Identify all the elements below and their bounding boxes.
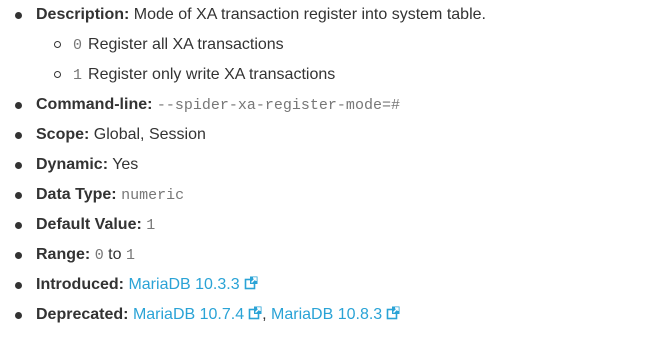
bullet: [15, 132, 22, 139]
command-line-label: Command-line:: [36, 96, 153, 113]
data-type-code: numeric: [121, 187, 185, 204]
deprecated-version-link-1[interactable]: MariaDB 10.7.4: [133, 306, 244, 323]
dynamic-item: Dynamic: Yes: [0, 150, 486, 180]
dynamic-value: Yes: [112, 156, 139, 173]
description-label: Description:: [36, 6, 130, 23]
bullet: [15, 282, 22, 289]
bullet: [15, 222, 22, 229]
introduced-version-link[interactable]: MariaDB 10.3.3: [128, 276, 239, 293]
command-line-item: Command-line: --spider-xa-register-mode=…: [0, 90, 486, 120]
list-item: 0 Register all XA transactions: [0, 30, 486, 60]
bullet: [15, 192, 22, 199]
range-item: Range: 0 to 1: [0, 240, 486, 270]
description-text: Mode of XA transaction register into sys…: [133, 6, 486, 23]
mode-description: Register all XA transactions: [88, 36, 284, 53]
bullet: [15, 102, 22, 109]
command-line-code: --spider-xa-register-mode=#: [156, 97, 400, 114]
deprecated-version-link-2[interactable]: MariaDB 10.8.3: [271, 306, 382, 323]
mode-description: Register only write XA transactions: [88, 66, 336, 83]
bullet: [15, 12, 22, 19]
mode-value-code: 0: [73, 37, 83, 54]
bullet: [15, 252, 22, 259]
default-value-code: 1: [146, 217, 156, 234]
scope-value: Global, Session: [93, 126, 206, 143]
range-min-code: 0: [94, 247, 104, 264]
introduced-label: Introduced:: [36, 276, 124, 293]
data-type-item: Data Type: numeric: [0, 180, 486, 210]
bullet: [15, 312, 22, 319]
external-link-icon: [248, 306, 262, 320]
range-to-text: to: [108, 246, 122, 263]
variable-details-list: Description: Mode of XA transaction regi…: [0, 0, 486, 330]
data-type-label: Data Type:: [36, 186, 117, 203]
scope-item: Scope: Global, Session: [0, 120, 486, 150]
range-label: Range:: [36, 246, 91, 263]
dynamic-label: Dynamic:: [36, 156, 109, 173]
introduced-item: Introduced: MariaDB 10.3.3: [0, 270, 486, 300]
list-item: 1 Register only write XA transactions: [0, 60, 486, 90]
external-link-icon: [386, 306, 400, 320]
description-sublist: 0 Register all XA transactions 1 Register …: [36, 30, 486, 90]
circle-bullet: [54, 71, 61, 78]
deprecated-item: Deprecated: MariaDB 10.7.4 , MariaDB 10.…: [0, 300, 486, 330]
default-value-item: Default Value: 1: [0, 210, 486, 240]
external-link-icon: [244, 276, 258, 290]
mode-value-code: 1: [73, 67, 83, 84]
default-value-label: Default Value:: [36, 216, 142, 233]
deprecated-label: Deprecated:: [36, 306, 129, 323]
range-max-code: 1: [125, 247, 135, 264]
scope-label: Scope:: [36, 126, 90, 143]
description-item: Description: Mode of XA transaction regi…: [0, 0, 486, 90]
separator-comma: ,: [262, 306, 267, 323]
circle-bullet: [54, 41, 61, 48]
bullet: [15, 162, 22, 169]
